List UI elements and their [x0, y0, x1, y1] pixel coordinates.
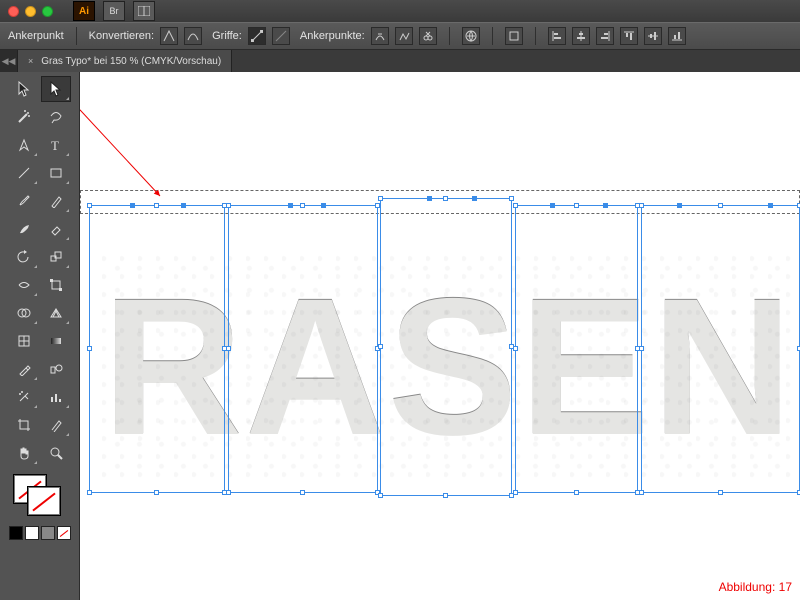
app-badge-row: Ai Br: [73, 1, 155, 21]
hide-handles-icon[interactable]: [272, 27, 290, 45]
symbol-sprayer-tool[interactable]: [9, 384, 39, 410]
tab-close-icon[interactable]: ×: [28, 56, 33, 66]
panel-collapse-icon[interactable]: ◀◀: [0, 50, 18, 72]
fill-stroke-swatch[interactable]: [13, 474, 67, 520]
window-minimize-button[interactable]: [25, 6, 36, 17]
figure-caption: Abbildung: 17: [719, 580, 792, 594]
align-left-icon[interactable]: [548, 27, 566, 45]
cut-path-icon[interactable]: [419, 27, 437, 45]
slice-tool[interactable]: [41, 412, 71, 438]
document-tab-bar: ◀◀ × Gras Typo* bei 150 % (CMYK/Vorschau…: [0, 50, 800, 72]
connect-anchor-icon[interactable]: [395, 27, 413, 45]
isolate-icon[interactable]: [462, 27, 480, 45]
shape-builder-tool[interactable]: [9, 300, 39, 326]
lasso-tool[interactable]: [41, 104, 71, 130]
bounding-box[interactable]: [380, 198, 512, 496]
stroke-swatch[interactable]: [27, 486, 61, 516]
color-gradient-chip[interactable]: [41, 526, 55, 540]
selection-tool[interactable]: [9, 76, 39, 102]
window-titlebar: Ai Br: [0, 0, 800, 22]
convert-label: Konvertieren:: [89, 30, 154, 42]
svg-text:T: T: [51, 138, 59, 152]
artboard-tool[interactable]: [9, 412, 39, 438]
eraser-tool[interactable]: [41, 216, 71, 242]
pen-tool[interactable]: [9, 132, 39, 158]
color-mode-row: [9, 526, 71, 540]
color-black-chip[interactable]: [9, 526, 23, 540]
anchors-label: Ankerpunkte:: [300, 30, 365, 42]
zoom-tool[interactable]: [41, 440, 71, 466]
pencil-tool[interactable]: [41, 188, 71, 214]
magic-wand-tool[interactable]: [9, 104, 39, 130]
align-vcenter-icon[interactable]: [644, 27, 662, 45]
document-canvas[interactable]: RASEN Abbildung: 17: [80, 72, 800, 600]
rotate-tool[interactable]: [9, 244, 39, 270]
scale-tool[interactable]: [41, 244, 71, 270]
control-bar: Ankerpunkt Konvertieren: Griffe: Ankerpu…: [0, 22, 800, 50]
line-tool[interactable]: [9, 160, 39, 186]
show-handles-icon[interactable]: [248, 27, 266, 45]
annotation-arrow: [80, 78, 180, 208]
window-zoom-button[interactable]: [42, 6, 53, 17]
handles-label: Griffe:: [212, 30, 242, 42]
free-transform-tool[interactable]: [41, 272, 71, 298]
arrange-documents-icon[interactable]: [133, 1, 155, 21]
bridge-icon[interactable]: Br: [103, 1, 125, 21]
rectangle-tool[interactable]: [41, 160, 71, 186]
blob-brush-tool[interactable]: [9, 216, 39, 242]
tab-title: Gras Typo* bei 150 % (CMYK/Vorschau): [41, 56, 221, 67]
gradient-tool[interactable]: [41, 328, 71, 354]
blend-tool[interactable]: [41, 356, 71, 382]
convert-smooth-icon[interactable]: [184, 27, 202, 45]
app-icon: Ai: [73, 1, 95, 21]
column-graph-tool[interactable]: [41, 384, 71, 410]
type-tool[interactable]: T: [41, 132, 71, 158]
align-bottom-icon[interactable]: [668, 27, 686, 45]
convert-corner-icon[interactable]: [160, 27, 178, 45]
align-right-icon[interactable]: [596, 27, 614, 45]
align-hcenter-icon[interactable]: [572, 27, 590, 45]
direct-selection-tool[interactable]: [41, 76, 71, 102]
paintbrush-tool[interactable]: [9, 188, 39, 214]
perspective-grid-tool[interactable]: [41, 300, 71, 326]
bounding-box[interactable]: [515, 205, 638, 493]
bounding-box[interactable]: [228, 205, 378, 493]
align-top-icon[interactable]: [620, 27, 638, 45]
tools-panel: T: [0, 72, 80, 600]
control-bar-mode-label: Ankerpunkt: [8, 30, 64, 42]
color-white-chip[interactable]: [25, 526, 39, 540]
mesh-tool[interactable]: [9, 328, 39, 354]
window-close-button[interactable]: [8, 6, 19, 17]
bounding-box[interactable]: [89, 205, 225, 493]
document-tab[interactable]: × Gras Typo* bei 150 % (CMYK/Vorschau): [18, 50, 232, 72]
color-none-chip[interactable]: [57, 526, 71, 540]
remove-anchor-icon[interactable]: [371, 27, 389, 45]
hand-tool[interactable]: [9, 440, 39, 466]
eyedropper-tool[interactable]: [9, 356, 39, 382]
width-tool[interactable]: [9, 272, 39, 298]
align-artboard-icon[interactable]: [505, 27, 523, 45]
bounding-box[interactable]: [641, 205, 800, 493]
